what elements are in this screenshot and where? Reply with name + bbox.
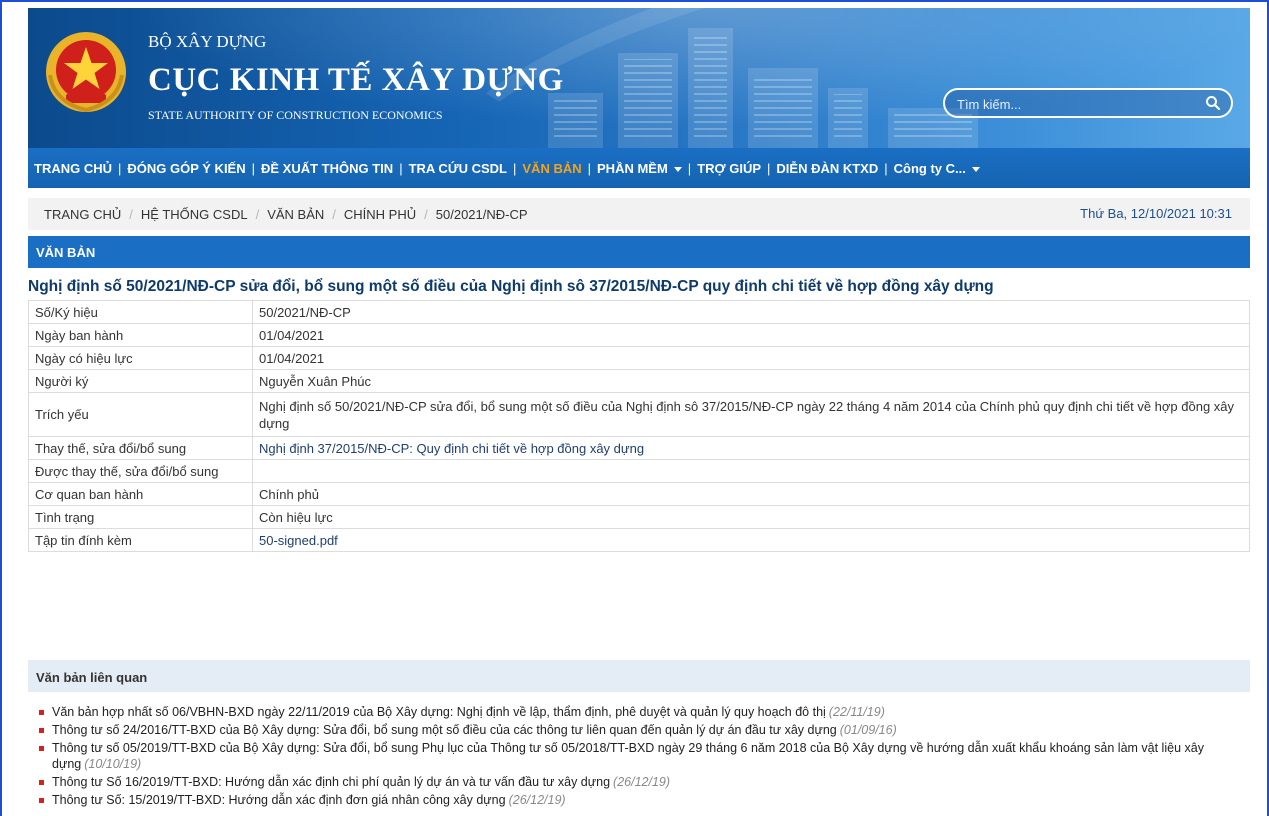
nav-item-software[interactable]: PHẦN MỀM <box>597 161 682 176</box>
related-documents-list: Văn bản hợp nhất số 06/VBHN-BXD ngày 22/… <box>38 704 1238 810</box>
field-label: Tình trạng <box>28 505 253 529</box>
breadcrumb-database-system[interactable]: HỆ THỐNG CSDL <box>141 207 248 222</box>
nav-separator: | <box>118 160 122 176</box>
bullet-icon <box>39 780 44 785</box>
nav-separator: | <box>399 160 403 176</box>
amended-document-link[interactable]: Nghị định 37/2015/NĐ-CP: Quy định chi ti… <box>252 436 1250 460</box>
nav-item-home[interactable]: TRANG CHỦ <box>34 161 112 176</box>
table-row: Số/Ký hiệu 50/2021/NĐ-CP <box>28 300 1250 324</box>
nav-separator: | <box>587 160 592 176</box>
bullet-icon <box>39 746 44 751</box>
section-header: VĂN BẢN <box>28 236 1250 268</box>
breadcrumb-separator: / <box>424 206 428 222</box>
nav-separator: | <box>251 160 256 176</box>
table-row: Người ký Nguyễn Xuân Phúc <box>28 369 1250 393</box>
bullet-icon <box>39 728 44 733</box>
nav-item-forum[interactable]: DIỄN ĐÀN KTXD <box>776 161 878 176</box>
list-item[interactable]: Văn bản hợp nhất số 06/VBHN-BXD ngày 22/… <box>38 704 1238 720</box>
table-row: Thay thế, sửa đổi/bổ sung Nghị định 37/2… <box>28 436 1250 460</box>
nav-item-suggest-info[interactable]: ĐỀ XUẤT THÔNG TIN <box>261 161 393 176</box>
site-title[interactable]: CỤC KINH TẾ XÂY DỰNG <box>148 62 564 99</box>
field-value: Nghị định số 50/2021/NĐ-CP sửa đổi, bổ s… <box>252 392 1250 437</box>
table-row: Tình trạng Còn hiệu lực <box>28 505 1250 529</box>
field-value: 01/04/2021 <box>252 346 1250 370</box>
field-label: Tập tin đính kèm <box>28 528 253 552</box>
related-document-link[interactable]: Thông tư Số 16/2019/TT-BXD: Hướng dẫn xá… <box>52 775 610 789</box>
table-row: Ngày ban hành 01/04/2021 <box>28 323 1250 347</box>
related-document-link[interactable]: Thông tư số 24/2016/TT-BXD của Bộ Xây dự… <box>52 723 837 737</box>
search-input[interactable] <box>957 95 1197 113</box>
list-item[interactable]: Thông tư Số 16/2019/TT-BXD: Hướng dẫn xá… <box>38 774 1238 790</box>
related-document-date: (01/09/16) <box>839 723 897 737</box>
field-value: 50/2021/NĐ-CP <box>252 300 1250 324</box>
bullet-icon <box>39 798 44 803</box>
bullet-icon <box>39 710 44 715</box>
table-row: Tập tin đính kèm 50-signed.pdf <box>28 528 1250 552</box>
nav-item-feedback[interactable]: ĐÓNG GÓP Ý KIẾN <box>127 161 245 176</box>
breadcrumb-home[interactable]: TRANG CHỦ <box>44 207 121 222</box>
table-row: Cơ quan ban hành Chính phủ <box>28 482 1250 506</box>
chevron-down-icon <box>673 166 682 172</box>
related-document-date: (26/12/19) <box>508 793 566 807</box>
page: BỘ XÂY DỰNG CỤC KINH TẾ XÂY DỰNG STATE A… <box>28 8 1250 816</box>
field-label: Ngày có hiệu lực <box>28 346 253 370</box>
field-label: Ngày ban hành <box>28 323 253 347</box>
nav-item-documents[interactable]: VĂN BẢN <box>522 161 581 176</box>
attachment-link[interactable]: 50-signed.pdf <box>252 528 1250 552</box>
table-row: Ngày có hiệu lực 01/04/2021 <box>28 346 1250 370</box>
field-label: Người ký <box>28 369 253 393</box>
related-document-date: (22/11/19) <box>828 705 885 719</box>
related-document-link[interactable]: Văn bản hợp nhất số 06/VBHN-BXD ngày 22/… <box>52 705 826 719</box>
breadcrumb-separator: / <box>129 206 133 222</box>
field-value: 01/04/2021 <box>252 323 1250 347</box>
ministry-name: BỘ XÂY DỰNG <box>148 32 267 51</box>
site-title-english: STATE AUTHORITY OF CONSTRUCTION ECONOMIC… <box>148 108 443 122</box>
document-info-table: Số/Ký hiệu 50/2021/NĐ-CP Ngày ban hành 0… <box>28 300 1250 552</box>
list-item[interactable]: Thông tư Số: 15/2019/TT-BXD: Hướng dẫn x… <box>38 792 1238 808</box>
field-value: Chính phủ <box>252 482 1250 506</box>
nav-separator: | <box>687 160 692 176</box>
current-datetime: Thứ Ba, 12/10/2021 10:31 <box>1080 206 1232 221</box>
nav-item-company-label: Công ty C... <box>893 160 966 176</box>
related-document-link[interactable]: Thông tư số 05/2019/TT-BXD của Bộ Xây dự… <box>52 741 1204 771</box>
field-label: Thay thế, sửa đổi/bổ sung <box>28 436 253 460</box>
breadcrumb-separator: / <box>255 206 260 222</box>
field-value: Còn hiệu lực <box>252 505 1250 529</box>
field-label: Được thay thế, sửa đổi/bổ sung <box>28 459 253 483</box>
field-label: Cơ quan ban hành <box>28 482 253 506</box>
breadcrumb-separator: / <box>332 206 336 222</box>
breadcrumb-current: 50/2021/NĐ-CP <box>435 206 528 222</box>
field-label: Trích yếu <box>28 392 253 437</box>
search-box <box>943 88 1233 118</box>
nav-separator: | <box>513 160 517 176</box>
nav-item-company[interactable]: Công ty C... <box>894 161 980 176</box>
nav-item-software-label: PHẦN MỀM <box>597 160 668 176</box>
table-row: Được thay thế, sửa đổi/bổ sung <box>28 459 1250 483</box>
breadcrumb-documents[interactable]: VĂN BẢN <box>267 207 324 222</box>
nav-separator: | <box>884 160 888 176</box>
field-value: Nguyễn Xuân Phúc <box>252 369 1250 393</box>
related-document-date: (26/12/19) <box>613 775 671 789</box>
chevron-down-icon <box>971 166 980 172</box>
vietnam-national-emblem-icon[interactable] <box>44 30 128 114</box>
breadcrumb: TRANG CHỦ / HỆ THỐNG CSDL / VĂN BẢN / CH… <box>28 198 1250 230</box>
related-document-link[interactable]: Thông tư Số: 15/2019/TT-BXD: Hướng dẫn x… <box>52 793 506 807</box>
nav-separator: | <box>767 160 771 176</box>
list-item[interactable]: Thông tư số 24/2016/TT-BXD của Bộ Xây dự… <box>38 722 1238 738</box>
related-documents-heading: Văn bản liên quan <box>28 660 1250 692</box>
main-nav: TRANG CHỦ | ĐÓNG GÓP Ý KIẾN | ĐỀ XUẤT TH… <box>28 148 1250 188</box>
field-value <box>252 459 1250 483</box>
document-title: Nghị định số 50/2021/NĐ-CP sửa đổi, bổ s… <box>28 278 994 295</box>
header-banner: BỘ XÂY DỰNG CỤC KINH TẾ XÂY DỰNG STATE A… <box>28 8 1250 148</box>
list-item[interactable]: Thông tư số 05/2019/TT-BXD của Bộ Xây dự… <box>38 740 1238 772</box>
nav-item-help[interactable]: TRỢ GIÚP <box>697 161 761 176</box>
breadcrumb-government[interactable]: CHÍNH PHỦ <box>344 207 416 222</box>
field-label: Số/Ký hiệu <box>28 300 253 324</box>
search-icon[interactable] <box>1205 95 1221 111</box>
nav-item-database-lookup[interactable]: TRA CỨU CSDL <box>409 161 507 176</box>
related-document-date: (10/10/19) <box>84 757 142 771</box>
table-row: Trích yếu Nghị định số 50/2021/NĐ-CP sửa… <box>28 392 1250 437</box>
